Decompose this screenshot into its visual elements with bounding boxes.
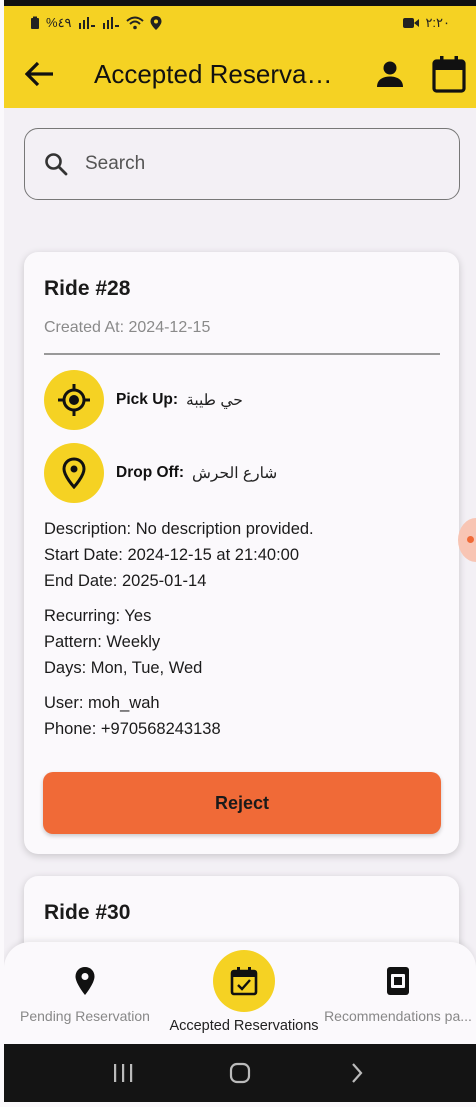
bubble-dot: [467, 536, 474, 543]
active-indicator: [213, 950, 275, 1012]
user-details: User: moh_wah Phone: +970568243138: [44, 690, 221, 742]
status-left: %٤٩: [30, 15, 162, 31]
signal-icon-2: [102, 17, 119, 29]
end-date-text: End Date: 2025-01-14: [44, 572, 207, 590]
frame-bottom-edge: [0, 1102, 476, 1107]
calendar-button[interactable]: [430, 54, 468, 94]
dropoff-label: Drop Off:: [116, 464, 185, 481]
home-button[interactable]: [220, 1053, 260, 1093]
recommendations-icon: [387, 967, 409, 995]
pickup-value: حي طيبة: [186, 391, 243, 409]
page-title: Accepted Reserva…: [94, 59, 333, 89]
dropoff-icon-circle: [44, 443, 104, 503]
home-icon: [229, 1062, 251, 1084]
nav-recommendations-label: Recommendations pa...: [324, 1008, 472, 1024]
status-time: ٢:٢٠: [425, 15, 450, 30]
battery-percent: %٤٩: [46, 15, 72, 30]
created-date: Created At: 2024-12-15: [44, 319, 211, 336]
search-icon: [43, 151, 69, 177]
recent-apps-icon: [113, 1064, 132, 1082]
nav-accepted-label: Accepted Reservations: [169, 1018, 319, 1034]
chevron-right-icon: [352, 1063, 363, 1083]
dropoff-value: شارع الحرش: [192, 464, 278, 482]
user-text: User: moh_wah: [44, 694, 160, 712]
ride-title: Ride #30: [44, 901, 131, 924]
back-button[interactable]: [22, 56, 58, 92]
reservation-card: Ride #28 Created At: 2024-12-15 Pick Up:…: [24, 252, 459, 854]
nav-pending-reservation[interactable]: Pending Reservation: [10, 966, 160, 1024]
bottom-navigation: Pending Reservation Accepted Reservation…: [4, 942, 476, 1046]
signal-icon: [78, 17, 95, 29]
location-status-icon: [150, 16, 162, 30]
location-pin-icon: [62, 457, 86, 489]
wifi-icon: [125, 16, 144, 30]
dropoff-row: Drop Off: شارع الحرش: [44, 442, 277, 504]
nav-accepted-reservations[interactable]: Accepted Reservations: [162, 950, 326, 1034]
floating-side-bubble[interactable]: [458, 518, 476, 562]
arrow-back-icon: [25, 61, 53, 87]
pickup-icon-circle: [44, 370, 104, 430]
frame-edge: [0, 0, 4, 1107]
battery-icon: [31, 16, 39, 29]
person-icon: [377, 61, 403, 87]
status-bar: %٤٩ ٢:٢٠: [0, 0, 476, 40]
back-nav-button[interactable]: [337, 1053, 377, 1093]
search-bar[interactable]: [24, 128, 460, 200]
ride-details: Description: No description provided. St…: [44, 516, 314, 594]
profile-button[interactable]: [372, 56, 408, 92]
nav-recommendations[interactable]: Recommendations pa...: [320, 966, 476, 1024]
recurrence-details: Recurring: Yes Pattern: Weekly Days: Mon…: [44, 603, 202, 681]
pattern-text: Pattern: Weekly: [44, 633, 161, 651]
pickup-label: Pick Up:: [116, 391, 179, 408]
location-pin-icon: [75, 967, 95, 995]
system-navigation-bar: [4, 1044, 476, 1102]
ride-title: Ride #28: [44, 277, 131, 300]
reject-button[interactable]: Reject: [43, 772, 441, 834]
pickup-row: Pick Up: حي طيبة: [44, 369, 243, 431]
recent-apps-button[interactable]: [103, 1053, 143, 1093]
status-right: ٢:٢٠: [403, 15, 450, 31]
calendar-icon: [432, 56, 466, 93]
start-date-text: Start Date: 2024-12-15 at 21:40:00: [44, 546, 300, 564]
days-text: Days: Mon, Tue, Wed: [44, 659, 203, 677]
recurring-text: Recurring: Yes: [44, 607, 152, 625]
search-input[interactable]: [85, 153, 405, 175]
phone-text: Phone: +970568243138: [44, 720, 221, 738]
nav-pending-label: Pending Reservation: [20, 1008, 150, 1024]
description-text: Description: No description provided.: [44, 520, 314, 538]
video-record-icon: [403, 18, 420, 28]
target-icon: [58, 384, 90, 416]
calendar-check-icon: [230, 967, 258, 996]
divider: [44, 353, 440, 355]
app-bar: Accepted Reserva…: [0, 40, 476, 108]
